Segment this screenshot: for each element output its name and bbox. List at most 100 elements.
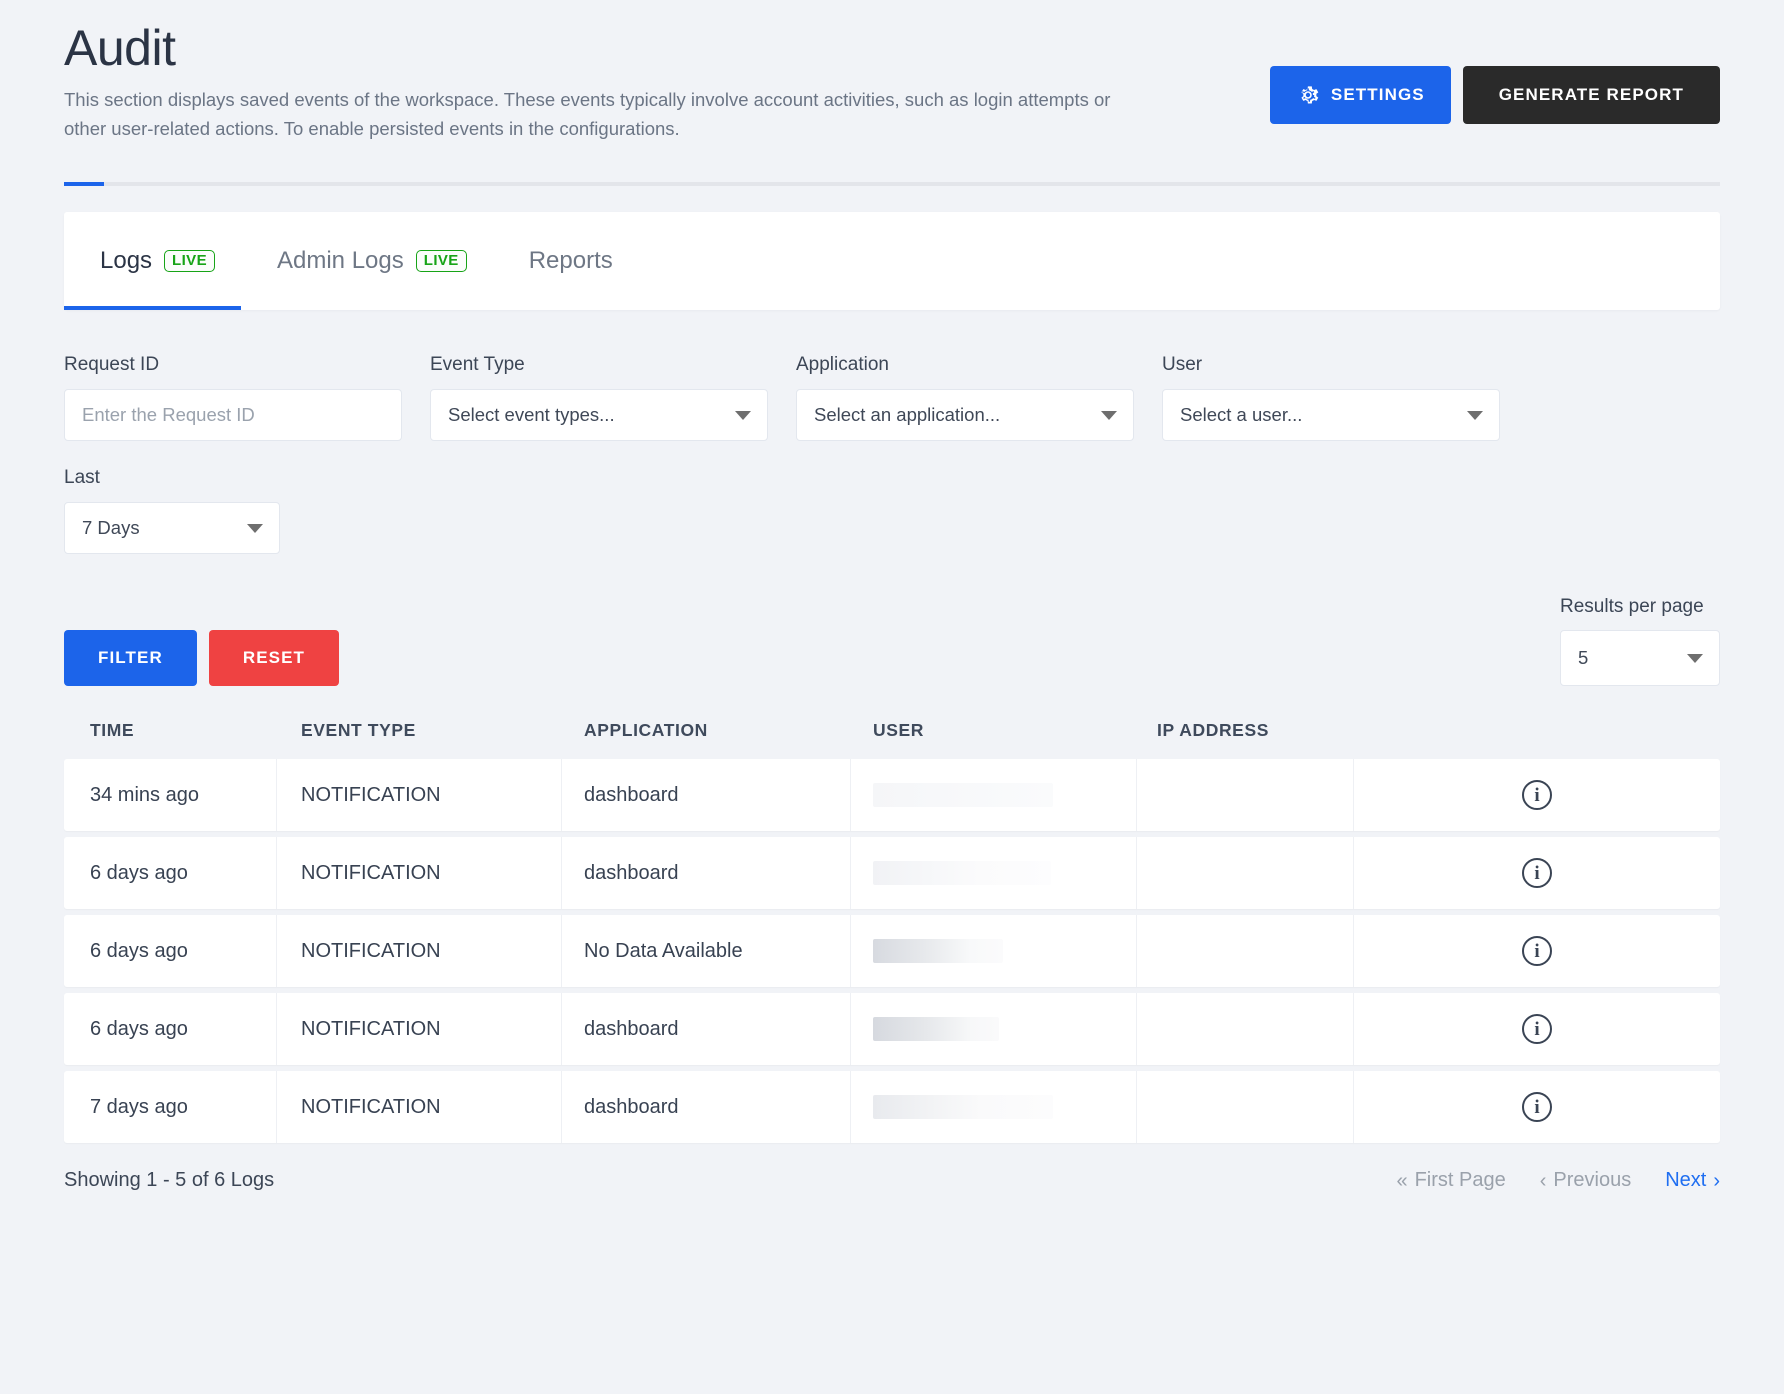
column-header-ip-address: IP ADDRESS bbox=[1157, 720, 1269, 741]
pagination: « First Page ‹ Previous Next › bbox=[1396, 1169, 1720, 1192]
filter-button[interactable]: FILTER bbox=[64, 630, 197, 687]
info-icon[interactable]: i bbox=[1522, 936, 1552, 967]
request-id-input[interactable]: Enter the Request ID bbox=[64, 389, 402, 442]
settings-button[interactable]: SETTINGS bbox=[1269, 66, 1451, 124]
cell-info: i bbox=[1354, 993, 1720, 1065]
filter-actions: FILTER RESET bbox=[64, 630, 340, 687]
info-icon[interactable]: i bbox=[1522, 780, 1552, 811]
pagination-next-label: Next bbox=[1665, 1169, 1707, 1192]
table-row[interactable]: 6 days ago NOTIFICATION dashboard i bbox=[64, 993, 1720, 1066]
table-row[interactable]: 34 mins ago NOTIFICATION dashboard i bbox=[64, 759, 1720, 832]
field-request-id: Request ID Enter the Request ID bbox=[64, 354, 402, 442]
cell-event-type: NOTIFICATION bbox=[277, 915, 562, 988]
filter-row-secondary: Last 7 Days bbox=[64, 467, 1720, 555]
page-title: Audit bbox=[64, 20, 176, 76]
pagination-previous[interactable]: ‹ Previous bbox=[1540, 1169, 1631, 1192]
field-last: Last 7 Days bbox=[64, 467, 280, 555]
cell-event-type: NOTIFICATION bbox=[277, 759, 562, 832]
event-type-select[interactable]: Select event types... bbox=[430, 389, 768, 442]
info-icon[interactable]: i bbox=[1522, 1092, 1552, 1123]
last-label: Last bbox=[64, 467, 100, 489]
cell-event-type: NOTIFICATION bbox=[277, 1071, 562, 1144]
cell-ip-address bbox=[1137, 837, 1354, 910]
table-row[interactable]: 6 days ago NOTIFICATION No Data Availabl… bbox=[64, 915, 1720, 988]
event-type-label: Event Type bbox=[430, 354, 525, 376]
tab-bar: Logs LIVE Admin Logs LIVE Reports bbox=[64, 212, 1720, 311]
audit-page: Audit This section displays saved events… bbox=[0, 0, 1784, 1394]
results-per-page-label: Results per page bbox=[1560, 596, 1704, 618]
cell-time: 34 mins ago bbox=[64, 759, 277, 832]
tab-logs[interactable]: Logs LIVE bbox=[64, 212, 241, 311]
field-application: Application Select an application... bbox=[796, 354, 1134, 442]
field-user: User Select a user... bbox=[1162, 354, 1500, 442]
tab-admin-logs[interactable]: Admin Logs LIVE bbox=[277, 212, 467, 310]
pagination-next[interactable]: Next › bbox=[1665, 1169, 1720, 1192]
application-label: Application bbox=[796, 354, 889, 376]
section-divider bbox=[64, 182, 1720, 187]
chevron-down-icon bbox=[1687, 653, 1703, 663]
logs-table: TIME EVENT TYPE APPLICATION USER IP ADDR… bbox=[64, 720, 1720, 1192]
reset-button[interactable]: RESET bbox=[208, 630, 340, 687]
cell-time: 6 days ago bbox=[64, 993, 277, 1066]
chevron-left-icon: ‹ bbox=[1539, 1169, 1547, 1192]
cell-event-type: NOTIFICATION bbox=[277, 993, 562, 1066]
column-header-actions bbox=[1354, 720, 1720, 741]
application-value: Select an application... bbox=[814, 404, 1001, 426]
results-per-page-value: 5 bbox=[1578, 647, 1589, 669]
cell-ip-address bbox=[1137, 993, 1354, 1066]
table-row[interactable]: 6 days ago NOTIFICATION dashboard i bbox=[64, 837, 1720, 910]
pagination-first-page[interactable]: « First Page bbox=[1396, 1169, 1505, 1192]
chevron-down-icon bbox=[247, 523, 263, 533]
pagination-first-page-label: First Page bbox=[1414, 1169, 1506, 1192]
filter-button-label: FILTER bbox=[98, 648, 163, 668]
page-description: This section displays saved events of th… bbox=[64, 88, 1111, 140]
tab-logs-label: Logs bbox=[100, 247, 153, 275]
event-type-value: Select event types... bbox=[448, 404, 615, 426]
tab-admin-logs-label: Admin Logs bbox=[277, 247, 404, 275]
last-select[interactable]: 7 Days bbox=[64, 502, 280, 555]
field-event-type: Event Type Select event types... bbox=[430, 354, 768, 442]
cell-application: dashboard bbox=[562, 993, 851, 1066]
column-header-application: APPLICATION bbox=[584, 720, 708, 741]
redacted-user-value bbox=[873, 939, 1003, 964]
cell-ip-address bbox=[1137, 915, 1354, 988]
chevron-down-icon bbox=[1467, 410, 1483, 420]
pagination-previous-label: Previous bbox=[1553, 1169, 1632, 1192]
user-select[interactable]: Select a user... bbox=[1162, 389, 1500, 442]
last-value: 7 Days bbox=[82, 517, 140, 539]
chevron-down-icon bbox=[1101, 410, 1117, 420]
column-header-event-type: EVENT TYPE bbox=[301, 720, 416, 741]
cell-application: dashboard bbox=[562, 1071, 851, 1144]
info-icon[interactable]: i bbox=[1522, 858, 1552, 889]
table-row[interactable]: 7 days ago NOTIFICATION dashboard i bbox=[64, 1071, 1720, 1144]
showing-count: Showing 1 - 5 of 6 Logs bbox=[64, 1169, 275, 1192]
cell-info: i bbox=[1354, 915, 1720, 987]
cell-user bbox=[851, 915, 1137, 988]
user-value: Select a user... bbox=[1180, 404, 1303, 426]
request-id-placeholder: Enter the Request ID bbox=[82, 404, 255, 426]
tab-logs-live-badge: LIVE bbox=[164, 250, 215, 273]
redacted-user-value bbox=[873, 1095, 1053, 1120]
application-select[interactable]: Select an application... bbox=[796, 389, 1134, 442]
cell-info: i bbox=[1354, 759, 1720, 831]
redacted-user-value bbox=[873, 783, 1053, 808]
cell-info: i bbox=[1354, 837, 1720, 909]
cell-application: dashboard bbox=[562, 837, 851, 910]
redacted-user-value bbox=[873, 861, 1051, 886]
double-chevron-left-icon: « bbox=[1396, 1169, 1408, 1192]
cell-ip-address bbox=[1137, 759, 1354, 832]
tab-admin-logs-live-badge: LIVE bbox=[415, 250, 467, 273]
cell-user bbox=[851, 993, 1137, 1066]
results-per-page-select[interactable]: 5 bbox=[1560, 630, 1720, 687]
page-header: Audit This section displays saved events… bbox=[64, 0, 1720, 144]
generate-report-button[interactable]: GENERATE REPORT bbox=[1462, 66, 1720, 124]
actions-row: FILTER RESET Results per page 5 bbox=[64, 596, 1720, 687]
cell-time: 6 days ago bbox=[64, 915, 277, 988]
info-icon[interactable]: i bbox=[1522, 1014, 1552, 1045]
cell-time: 7 days ago bbox=[64, 1071, 277, 1144]
results-per-page: Results per page 5 bbox=[1560, 596, 1720, 687]
progress-indicator bbox=[64, 182, 104, 187]
settings-button-label: SETTINGS bbox=[1330, 85, 1425, 104]
tab-reports[interactable]: Reports bbox=[529, 212, 613, 310]
chevron-right-icon: › bbox=[1713, 1169, 1720, 1192]
